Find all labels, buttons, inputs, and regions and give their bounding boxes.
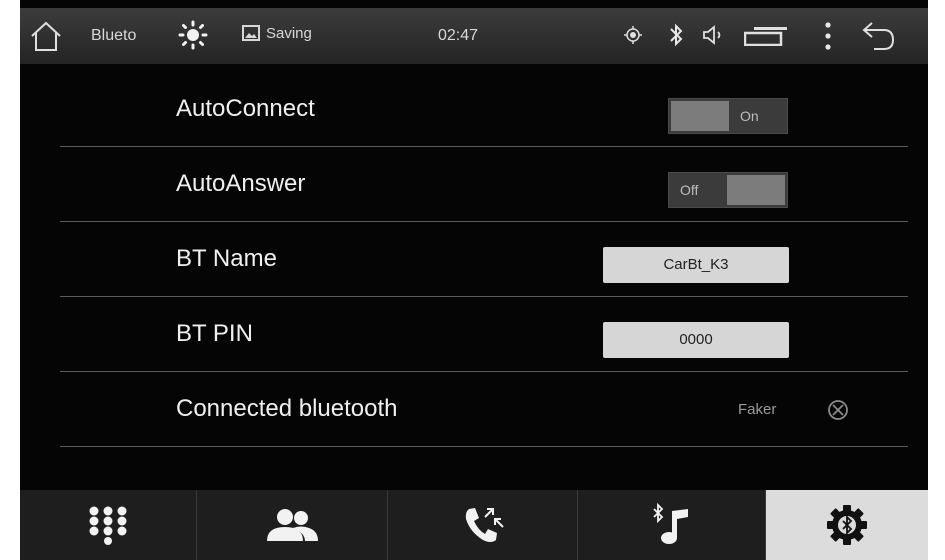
bt-name-row: BT Name CarBt_K3: [20, 222, 928, 297]
connected-bluetooth-row: Connected bluetooth Faker: [20, 372, 928, 447]
dialpad-tab[interactable]: [20, 490, 197, 560]
image-icon: [242, 25, 260, 46]
contacts-tab[interactable]: [197, 490, 388, 560]
gps-icon: [624, 26, 642, 49]
bt-pin-field[interactable]: 0000: [603, 322, 789, 358]
disconnect-icon[interactable]: [824, 396, 852, 424]
back-icon[interactable]: [860, 20, 898, 57]
autoconnect-label: AutoConnect: [176, 95, 315, 122]
settings-list: AutoConnect On AutoAnswer Off BT Name Ca…: [20, 64, 928, 490]
autoanswer-state: Off: [680, 182, 699, 198]
saving-label: Saving: [266, 25, 312, 42]
autoconnect-state: On: [740, 108, 759, 124]
bluetooth-settings-icon: [827, 505, 867, 545]
contacts-icon: [267, 509, 318, 541]
call-log-tab[interactable]: [388, 490, 578, 560]
autoconnect-row: AutoConnect On: [20, 72, 928, 147]
volume-icon[interactable]: [702, 24, 728, 51]
connected-bluetooth-label: Connected bluetooth: [176, 395, 398, 422]
bottom-nav: [20, 490, 928, 560]
bluetooth-music-icon: [652, 503, 688, 544]
dialpad-icon: [89, 506, 127, 545]
call-log-icon: [465, 508, 504, 542]
bluetooth-icon: [668, 22, 684, 53]
autoanswer-row: AutoAnswer Off: [20, 147, 928, 222]
toggle-knob: [727, 175, 785, 205]
autoconnect-toggle[interactable]: On: [668, 98, 788, 134]
clock: 02:47: [438, 27, 479, 44]
autoanswer-toggle[interactable]: Off: [668, 172, 788, 208]
bt-name-label: BT Name: [176, 245, 277, 272]
status-bar: Blueto Saving 02:47: [20, 8, 928, 64]
bluetooth-settings-screen: Blueto Saving 02:47 AutoConnect On AutoA…: [20, 0, 928, 560]
toggle-knob: [671, 101, 729, 131]
app-title: Blueto: [91, 27, 137, 44]
connected-device-name: Faker: [738, 401, 777, 418]
bluetooth-music-tab[interactable]: [578, 490, 766, 560]
bt-pin-label: BT PIN: [176, 320, 253, 347]
autoanswer-label: AutoAnswer: [176, 170, 306, 197]
bt-pin-row: BT PIN 0000: [20, 297, 928, 372]
battery-icon: [743, 26, 788, 51]
brightness-icon[interactable]: [178, 20, 208, 55]
more-icon[interactable]: [823, 20, 833, 57]
bluetooth-settings-tab[interactable]: [766, 490, 928, 560]
home-icon[interactable]: [28, 18, 64, 59]
bt-name-field[interactable]: CarBt_K3: [603, 247, 789, 283]
divider: [60, 446, 908, 447]
